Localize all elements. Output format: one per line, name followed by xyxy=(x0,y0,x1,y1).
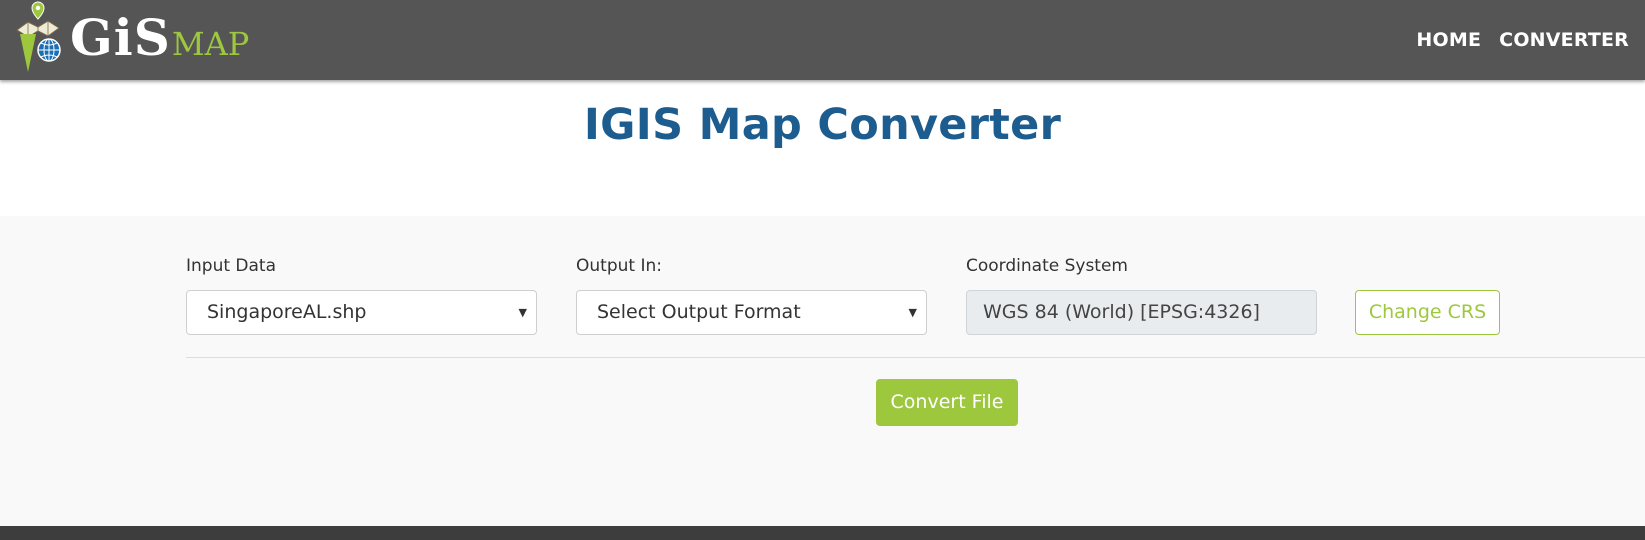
output-format-label: Output In: xyxy=(576,256,662,276)
change-crs-button[interactable]: Change CRS xyxy=(1355,290,1500,335)
map-pin-icon xyxy=(16,1,61,72)
converter-panel: Input Data SingaporeAL.shp ▼ Output In: … xyxy=(0,216,1645,526)
globe-icon xyxy=(37,38,61,62)
logo-map-text: MAP xyxy=(171,25,250,63)
form-divider xyxy=(186,357,1645,358)
output-format-select[interactable]: Select Output Format ▼ xyxy=(576,290,927,335)
navbar: GiSMAP HOME CONVERTER xyxy=(0,0,1645,80)
nav-converter-link[interactable]: CONVERTER xyxy=(1499,29,1629,51)
input-data-label: Input Data xyxy=(186,256,277,276)
input-data-select[interactable]: SingaporeAL.shp ▼ xyxy=(186,290,537,335)
convert-file-button[interactable]: Convert File xyxy=(876,379,1018,426)
logo-wordmark: GiSMAP xyxy=(70,13,249,77)
caret-down-icon: ▼ xyxy=(518,306,527,319)
igis-map-logo[interactable]: GiSMAP xyxy=(14,0,254,80)
coordinate-system-field: WGS 84 (World) [EPSG:4326] xyxy=(966,290,1317,335)
input-data-value: SingaporeAL.shp xyxy=(207,301,367,323)
main-nav: HOME CONVERTER xyxy=(1416,0,1629,80)
caret-down-icon: ▼ xyxy=(908,306,917,319)
coordinate-system-label: Coordinate System xyxy=(966,256,1128,276)
logo-gis-text: GiS xyxy=(70,8,171,67)
page-title: IGIS Map Converter xyxy=(583,100,1062,150)
nav-home-link[interactable]: HOME xyxy=(1416,29,1481,51)
output-format-value: Select Output Format xyxy=(597,301,801,323)
footer xyxy=(0,526,1645,540)
